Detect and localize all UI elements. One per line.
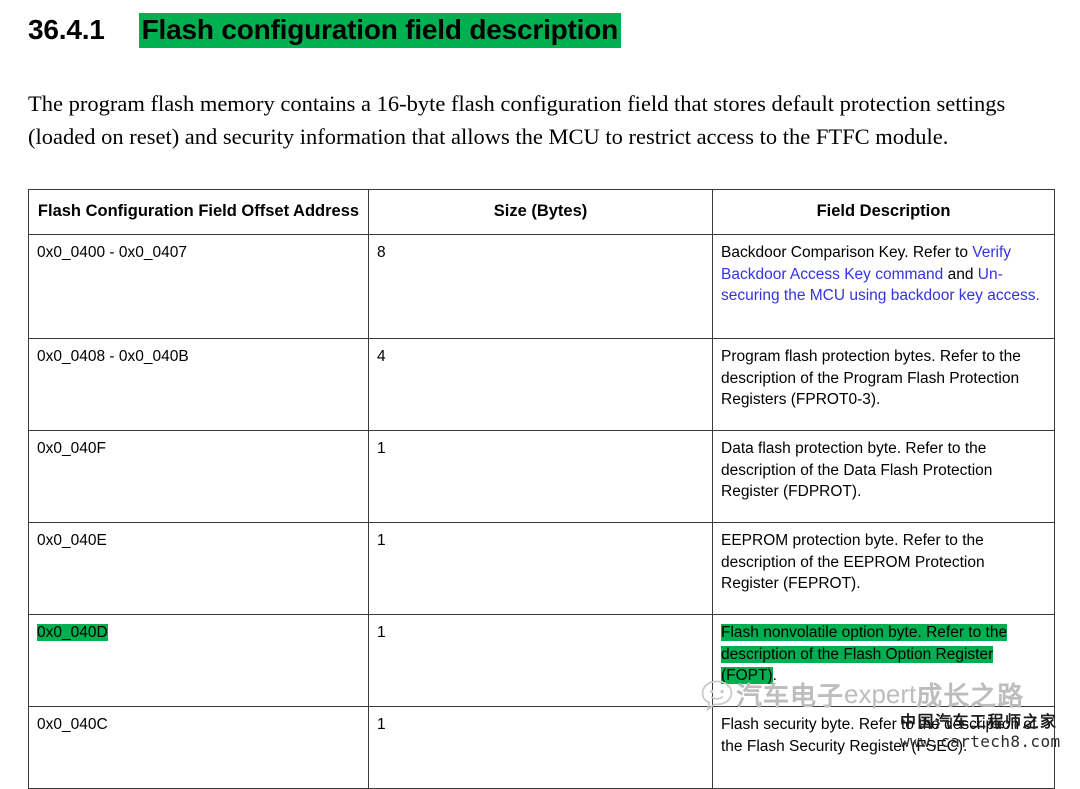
cell-description: Flash security byte. Refer to the descri… <box>712 706 1055 789</box>
cell-size: 1 <box>368 706 713 789</box>
description-text-lead: Backdoor Comparison Key. Refer to <box>721 244 973 261</box>
cell-size: 4 <box>368 338 713 431</box>
table-row: 0x0_040C 1 Flash security byte. Refer to… <box>28 706 1055 789</box>
column-header-size: Size (Bytes) <box>368 189 713 235</box>
section-title: Flash configuration field description <box>138 13 622 48</box>
table-row: 0x0_040D 1 Flash nonvolatile option byte… <box>28 614 1055 707</box>
cell-size: 8 <box>368 234 713 339</box>
cell-address: 0x0_040F <box>28 430 369 523</box>
section-heading: 36.4.1 Flash configuration field descrip… <box>28 13 622 48</box>
intro-paragraph: The program flash memory contains a 16-b… <box>28 90 1006 149</box>
cell-description: EEPROM protection byte. Refer to the des… <box>712 522 1055 615</box>
highlighted-address: 0x0_040D <box>37 624 108 641</box>
description-tail: . <box>772 667 777 684</box>
cell-description: Flash nonvolatile option byte. Refer to … <box>712 614 1055 707</box>
cell-description: Backdoor Comparison Key. Refer to Verify… <box>712 234 1055 339</box>
table-row: 0x0_040E 1 EEPROM protection byte. Refer… <box>28 522 1055 615</box>
section-number: 36.4.1 <box>28 14 105 45</box>
table-row: 0x0_0400 - 0x0_0407 8 Backdoor Compariso… <box>28 234 1055 339</box>
cell-size: 1 <box>368 522 713 615</box>
cell-address: 0x0_040C <box>28 706 369 789</box>
highlighted-description: Flash nonvolatile option byte. Refer to … <box>721 624 1008 684</box>
cell-size: 1 <box>368 614 713 707</box>
table-header-row: Flash Configuration Field Offset Address… <box>28 189 1055 235</box>
description-text-conjunction: and <box>943 265 978 283</box>
cell-address: 0x0_0400 - 0x0_0407 <box>28 234 369 339</box>
cell-address: 0x0_040E <box>28 522 369 615</box>
table-row: 0x0_0408 - 0x0_040B 4 Program flash prot… <box>28 338 1055 431</box>
column-header-description: Field Description <box>712 189 1055 235</box>
table-row: 0x0_040F 1 Data flash protection byte. R… <box>28 430 1055 523</box>
column-header-address: Flash Configuration Field Offset Address <box>28 189 369 235</box>
flash-configuration-table: Flash Configuration Field Offset Address… <box>28 189 1055 789</box>
cell-description: Data flash protection byte. Refer to the… <box>712 430 1055 523</box>
cell-size: 1 <box>368 430 713 523</box>
cell-address: 0x0_040D <box>28 614 369 707</box>
cell-description: Program flash protection bytes. Refer to… <box>712 338 1055 431</box>
cell-address: 0x0_0408 - 0x0_040B <box>28 338 369 431</box>
